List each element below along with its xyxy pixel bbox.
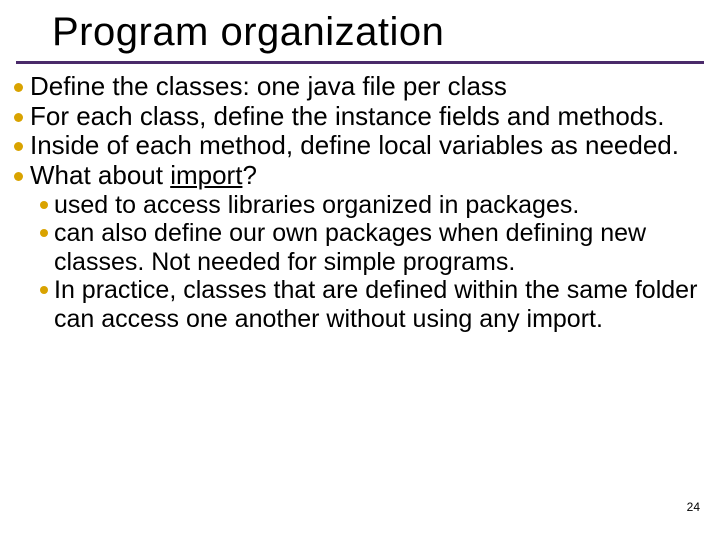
sub-list-item-text: can also define our own packages when de…: [54, 219, 704, 276]
bullet-icon: [40, 286, 48, 294]
page-number: 24: [687, 500, 700, 514]
bullet-icon: [14, 83, 23, 92]
list-item: For each class, define the instance fiel…: [12, 102, 704, 132]
list-item-text: What about import?: [30, 161, 704, 191]
list-item: Inside of each method, define local vari…: [12, 131, 704, 161]
sub-list-item-text: In practice, classes that are defined wi…: [54, 276, 704, 333]
bullet-icon: [14, 113, 23, 122]
bullet-icon: [14, 172, 23, 181]
text-prefix: What about: [30, 160, 170, 190]
sub-list-item: can also define our own packages when de…: [12, 219, 704, 276]
list-item-text: For each class, define the instance fiel…: [30, 102, 704, 132]
sub-list-item-text: used to access libraries organized in pa…: [54, 191, 704, 220]
bullet-icon: [40, 201, 48, 209]
sub-list-item: used to access libraries organized in pa…: [12, 191, 704, 220]
title-rule: [16, 61, 704, 64]
slide-title: Program organization: [0, 0, 720, 61]
sub-list-item: In practice, classes that are defined wi…: [12, 276, 704, 333]
list-item: Define the classes: one java file per cl…: [12, 72, 704, 102]
slide-content: Define the classes: one java file per cl…: [0, 72, 720, 333]
list-item: What about import?: [12, 161, 704, 191]
text-suffix: ?: [242, 160, 256, 190]
list-item-text: Inside of each method, define local vari…: [30, 131, 704, 161]
text-underlined: import: [170, 160, 242, 190]
bullet-icon: [14, 142, 23, 151]
bullet-icon: [40, 229, 48, 237]
list-item-text: Define the classes: one java file per cl…: [30, 72, 704, 102]
